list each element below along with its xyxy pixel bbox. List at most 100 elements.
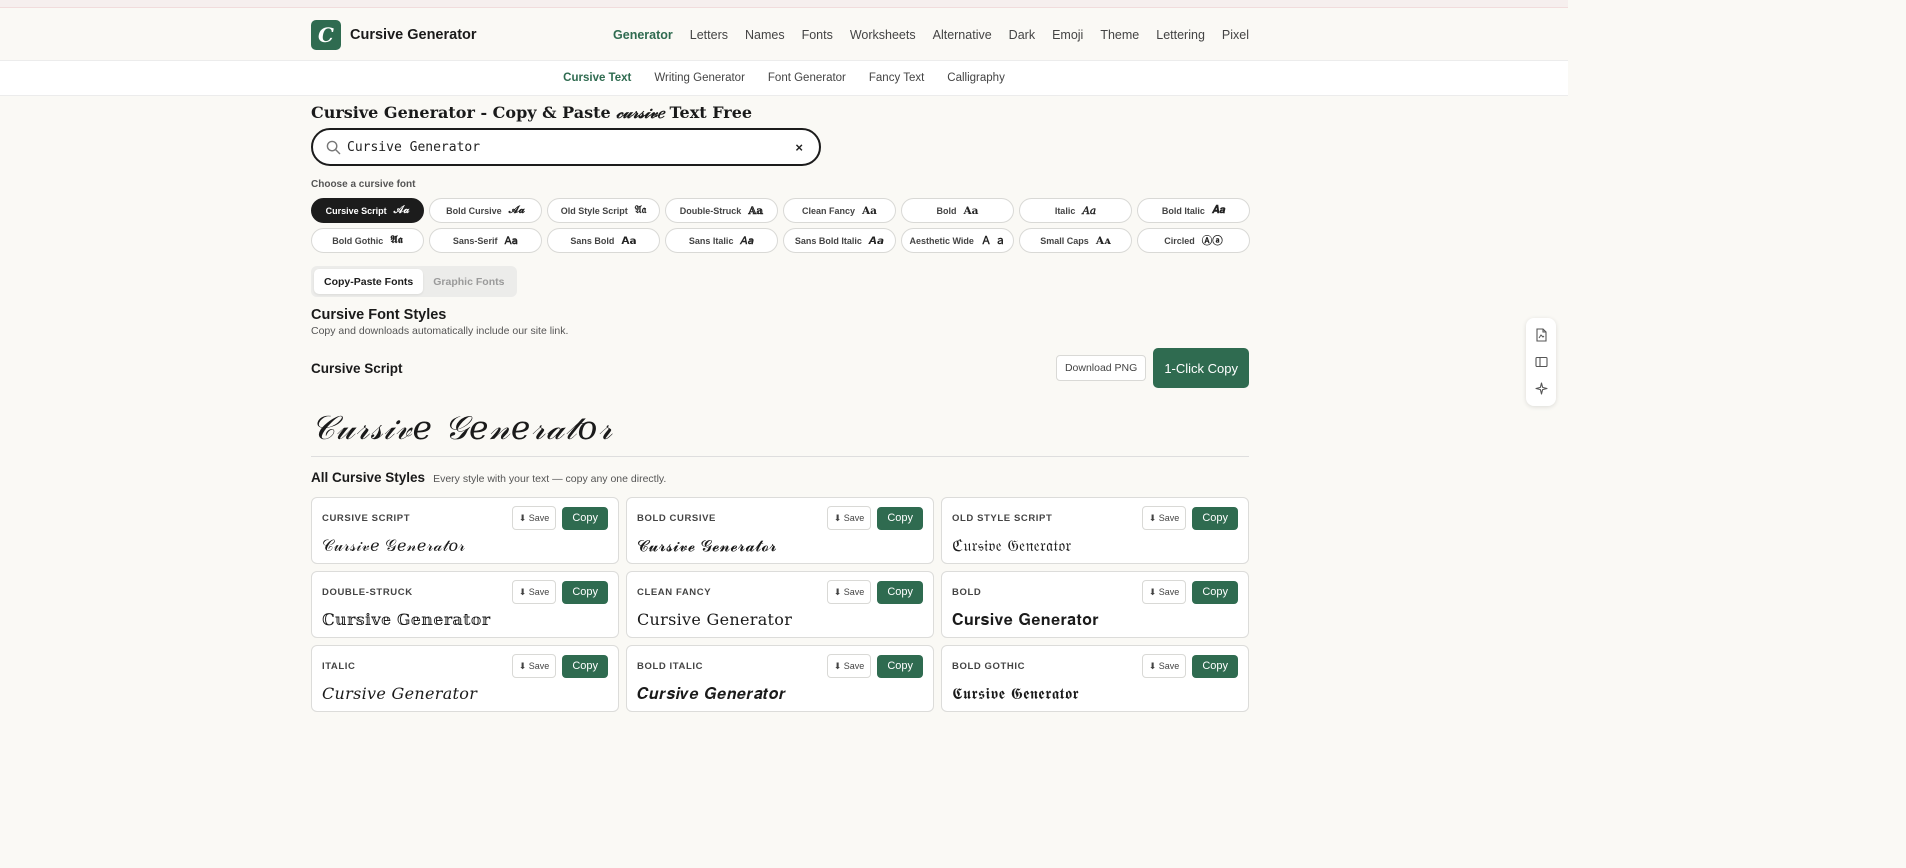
sub-nav: Cursive Text Writing Generator Font Gene…: [0, 61, 1568, 96]
section-note: Copy and downloads automatically include…: [311, 325, 569, 337]
font-pill-sample: Ａ ａ: [980, 235, 1006, 247]
sparkle-tool-button[interactable]: [1530, 378, 1552, 400]
font-pill-label: Bold Italic: [1161, 205, 1205, 216]
section-title: Cursive Font Styles: [311, 307, 447, 323]
font-pill-sans-serif[interactable]: Sans-Serif 𝖠𝖺: [429, 228, 542, 253]
copy-button[interactable]: Copy: [877, 506, 923, 530]
font-pill-sample: 𝘈𝘢: [740, 234, 755, 247]
copy-button[interactable]: Copy: [877, 580, 923, 604]
font-pill-label: Small Caps: [1040, 235, 1089, 246]
style-card-text: 𝐂𝐮𝐫𝐬𝐢𝐯𝐞 𝐆𝐞𝐧𝐞𝐫𝐚𝐭𝐨𝐫: [952, 610, 1099, 629]
font-pill-aesthetic-wide[interactable]: Aesthetic Wide Ａ ａ: [901, 228, 1014, 253]
nav-emoji[interactable]: Emoji: [1052, 28, 1083, 42]
tab-graphic-fonts[interactable]: Graphic Fonts: [423, 269, 514, 294]
copy-button[interactable]: Copy: [1192, 580, 1238, 604]
tab-copy-paste-fonts[interactable]: Copy-Paste Fonts: [314, 269, 424, 294]
site-header: C Cursive Generator Generator Letters Na…: [0, 8, 1568, 61]
divider: [311, 456, 1249, 457]
save-button[interactable]: ⬇ Save: [1141, 506, 1187, 530]
brand-link[interactable]: C Cursive Generator: [311, 19, 477, 50]
style-card-text: 𝕮𝖚𝖗𝖘𝖎𝖛𝖊 𝕲𝖊𝖓𝖊𝖗𝖆𝖙𝖔𝖗: [952, 684, 1079, 703]
copy-button[interactable]: Copy: [562, 654, 608, 678]
nav-worksheets[interactable]: Worksheets: [850, 28, 916, 42]
save-button[interactable]: ⬇ Save: [1141, 654, 1187, 678]
style-card-label: OLD STYLE SCRIPT: [952, 512, 1053, 524]
style-card-italic: ITALIC ⬇ Save Copy 𝐶𝑢𝑟𝑠𝑖𝑣𝑒 𝐺𝑒𝑛𝑒𝑟𝑎𝑡𝑜𝑟: [311, 645, 619, 712]
save-button[interactable]: ⬇ Save: [826, 580, 872, 604]
copy-button[interactable]: Copy: [1192, 654, 1238, 678]
nav-generator[interactable]: Generator: [613, 28, 673, 42]
download-png-button[interactable]: Download PNG: [1055, 355, 1147, 381]
font-pill-label: Sans Italic: [688, 235, 734, 246]
logo-icon: C: [311, 19, 341, 50]
nav-fonts[interactable]: Fonts: [802, 28, 833, 42]
copy-button[interactable]: Copy: [877, 654, 923, 678]
font-pill-bold[interactable]: Bold 𝐀𝐚: [901, 198, 1014, 223]
subnav-calligraphy[interactable]: Calligraphy: [947, 72, 1005, 84]
nav-alternative[interactable]: Alternative: [933, 28, 992, 42]
nav-lettering[interactable]: Lettering: [1156, 28, 1205, 42]
font-pill-label: Italic: [1054, 205, 1076, 216]
subnav-cursive-text[interactable]: Cursive Text: [563, 72, 631, 84]
copy-button[interactable]: Copy: [562, 580, 608, 604]
save-button[interactable]: ⬇ Save: [511, 506, 557, 530]
one-click-copy-button[interactable]: 1-Click Copy: [1153, 348, 1249, 388]
style-card-label: BOLD GOTHIC: [952, 660, 1026, 672]
brand-name: Cursive Generator: [350, 26, 477, 43]
copy-button[interactable]: Copy: [562, 506, 608, 530]
save-button[interactable]: ⬇ Save: [1141, 580, 1187, 604]
style-card-label: ITALIC: [322, 660, 356, 672]
main-content: Cursive Generator - Copy & Paste 𝒸𝓊𝓇𝓈𝒾𝓋𝑒…: [311, 103, 1250, 712]
font-pill-label: Aesthetic Wide: [909, 235, 974, 246]
font-pill-cursive-script[interactable]: Cursive Script 𝒜𝒶: [311, 198, 424, 223]
subnav-font-generator[interactable]: Font Generator: [768, 72, 846, 84]
font-pill-label: Double-Struck: [679, 205, 742, 216]
style-card-text: 𝓒𝓾𝓻𝓼𝓲𝓿𝓮 𝓖𝓮𝓷𝓮𝓻𝓪𝓽𝓸𝓻: [637, 536, 777, 555]
save-button[interactable]: ⬇ Save: [826, 506, 872, 530]
nav-pixel[interactable]: Pixel: [1222, 28, 1249, 42]
subnav-fancy-text[interactable]: Fancy Text: [869, 72, 924, 84]
style-card-label: BOLD ITALIC: [637, 660, 704, 672]
main-nav: Generator Letters Names Fonts Worksheets…: [613, 28, 1249, 42]
current-style-row: Cursive Script Download PNG 1-Click Copy: [311, 348, 1249, 388]
choose-font-label: Choose a cursive font: [311, 179, 416, 190]
font-pill-bold-italic[interactable]: Bold Italic 𝑨𝒂: [1137, 198, 1250, 223]
font-pill-small-caps[interactable]: Small Caps Aᴀ: [1019, 228, 1132, 253]
save-button[interactable]: ⬇ Save: [511, 580, 557, 604]
clear-search-button[interactable]: ×: [791, 140, 807, 155]
save-button[interactable]: ⬇ Save: [826, 654, 872, 678]
font-pill-sans-bold-italic[interactable]: Sans Bold Italic 𝘼𝙖: [783, 228, 896, 253]
all-styles-header: All Cursive Styles Every style with your…: [311, 470, 1249, 488]
font-type-tabs: Copy-Paste Fonts Graphic Fonts: [311, 266, 518, 297]
subnav-writing-generator[interactable]: Writing Generator: [654, 72, 745, 84]
panel-tool-button[interactable]: [1530, 351, 1552, 373]
page-title-accent: 𝒸𝓊𝓇𝓈𝒾𝓋𝑒: [616, 103, 664, 122]
style-card-label: DOUBLE-STRUCK: [322, 586, 413, 598]
search-input[interactable]: [347, 139, 792, 155]
nav-names[interactable]: Names: [745, 28, 785, 42]
font-pill-old-style-script[interactable]: Old Style Script 𝔄𝔞: [547, 198, 660, 223]
style-card-label: CURSIVE SCRIPT: [322, 512, 411, 524]
font-pill-italic[interactable]: Italic 𝐴𝑎: [1019, 198, 1132, 223]
document-tool-button[interactable]: [1530, 324, 1552, 346]
font-pill-label: Old Style Script: [560, 205, 628, 216]
all-styles-title: All Cursive Styles: [311, 470, 426, 485]
font-pill-circled[interactable]: Circled Ⓐⓐ: [1137, 228, 1250, 253]
font-pill-bold-gothic[interactable]: Bold Gothic 𝕬𝖆: [311, 228, 424, 253]
nav-dark[interactable]: Dark: [1009, 28, 1035, 42]
sparkle-icon: [1534, 382, 1548, 395]
font-pill-double-struck[interactable]: Double-Struck 𝔸𝕒: [665, 198, 778, 223]
page-title-main: Cursive Generator - Copy & Paste: [311, 103, 617, 122]
font-pill-sample: 𝐀𝐚: [963, 204, 979, 217]
nav-letters[interactable]: Letters: [690, 28, 728, 42]
font-pill-sans-italic[interactable]: Sans Italic 𝘈𝘢: [665, 228, 778, 253]
font-pill-sample: 𝔸𝕒: [748, 204, 764, 217]
font-pill-sample: 𝒜𝒶: [393, 204, 410, 216]
style-card-text: ℭ𝔲𝔯𝔰𝔦𝔳𝔢 𝔊𝔢𝔫𝔢𝔯𝔞𝔱𝔬𝔯: [952, 536, 1072, 555]
font-pill-bold-cursive[interactable]: Bold Cursive 𝓐𝓪: [429, 198, 542, 223]
font-pill-clean-fancy[interactable]: Clean Fancy Aa: [783, 198, 896, 223]
font-pill-sans-bold[interactable]: Sans Bold 𝗔𝗮: [547, 228, 660, 253]
nav-theme[interactable]: Theme: [1100, 28, 1139, 42]
save-button[interactable]: ⬇ Save: [511, 654, 557, 678]
copy-button[interactable]: Copy: [1192, 506, 1238, 530]
